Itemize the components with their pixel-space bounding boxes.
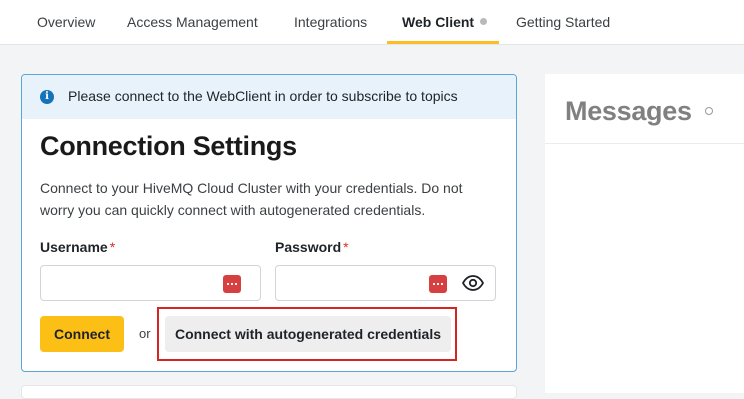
password-label-text: Password: [275, 239, 342, 255]
or-separator: or: [139, 326, 151, 341]
password-label: Password *: [275, 239, 349, 255]
active-tab-indicator: [387, 41, 499, 44]
tab-integrations[interactable]: Integrations: [294, 0, 367, 44]
page-title: Connection Settings: [40, 131, 297, 161]
tab-web-client[interactable]: Web Client: [402, 0, 488, 44]
password-manager-icon[interactable]: [429, 275, 447, 293]
connection-status-icon: [705, 107, 713, 115]
username-field[interactable]: [40, 265, 261, 301]
connect-button[interactable]: Connect: [40, 316, 124, 352]
highlight-box: [157, 307, 457, 361]
username-label-text: Username: [40, 239, 108, 255]
tab-access-management[interactable]: Access Management: [127, 0, 258, 44]
required-marker: *: [343, 239, 349, 255]
info-icon: i: [40, 90, 54, 104]
messages-panel: Messages: [545, 74, 744, 393]
password-field[interactable]: [275, 265, 496, 301]
tab-bar: Overview Access Management Integrations …: [0, 0, 744, 45]
tab-overview[interactable]: Overview: [37, 0, 95, 44]
connection-description: Connect to your HiveMQ Cloud Cluster wit…: [40, 180, 463, 218]
password-manager-icon[interactable]: [223, 275, 241, 293]
banner-text: Please connect to the WebClient in order…: [68, 88, 458, 104]
messages-title: Messages: [565, 96, 692, 126]
info-banner: i Please connect to the WebClient in ord…: [22, 75, 516, 119]
divider: [545, 143, 744, 144]
status-dot-icon: [480, 17, 488, 25]
tab-web-client-label: Web Client: [402, 14, 475, 30]
show-password-icon[interactable]: [462, 275, 484, 291]
secondary-card: [21, 385, 517, 399]
required-marker: *: [109, 239, 116, 255]
username-label: Username *: [40, 239, 115, 255]
tab-getting-started[interactable]: Getting Started: [516, 0, 610, 44]
